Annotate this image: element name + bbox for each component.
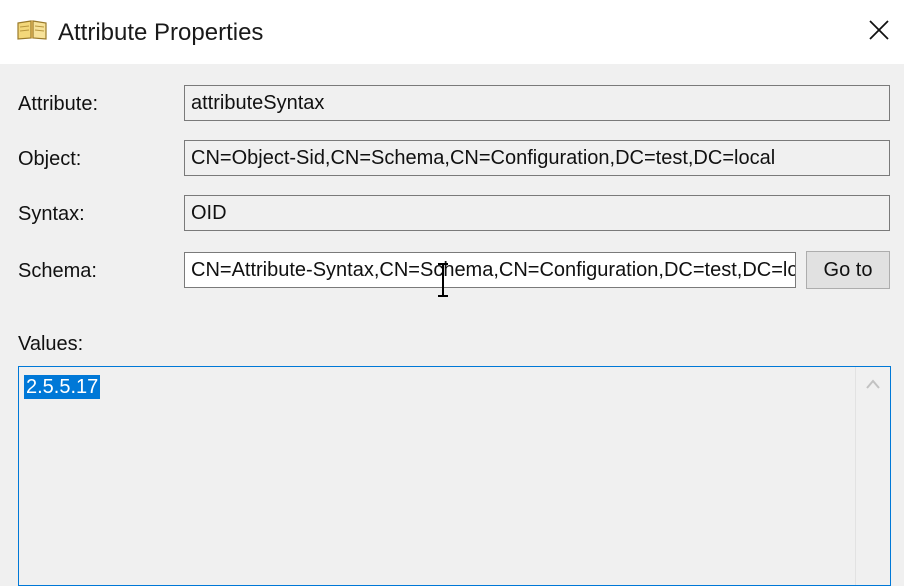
- close-icon: [868, 19, 890, 46]
- vertical-scrollbar[interactable]: [855, 367, 890, 585]
- object-field[interactable]: CN=Object-Sid,CN=Schema,CN=Configuration…: [184, 140, 890, 176]
- schema-field[interactable]: CN=Attribute-Syntax,CN=Schema,CN=Configu…: [184, 252, 796, 288]
- close-button[interactable]: [854, 0, 904, 64]
- syntax-label: Syntax:: [18, 203, 85, 225]
- window-title: Attribute Properties: [58, 19, 264, 46]
- attribute-field[interactable]: attributeSyntax: [184, 85, 890, 121]
- chevron-up-icon[interactable]: [864, 377, 882, 391]
- title-bar: Attribute Properties: [0, 0, 904, 64]
- values-label: Values:: [18, 333, 84, 355]
- values-list[interactable]: 2.5.5.17: [18, 366, 891, 586]
- text-cursor-icon: [436, 262, 450, 298]
- syntax-field[interactable]: OID: [184, 195, 890, 231]
- open-book-icon: [16, 17, 48, 41]
- attribute-label: Attribute:: [18, 93, 99, 115]
- schema-label: Schema:: [18, 260, 97, 282]
- go-to-button[interactable]: Go to: [806, 251, 890, 289]
- list-item[interactable]: 2.5.5.17: [24, 375, 101, 399]
- object-label: Object:: [18, 148, 82, 170]
